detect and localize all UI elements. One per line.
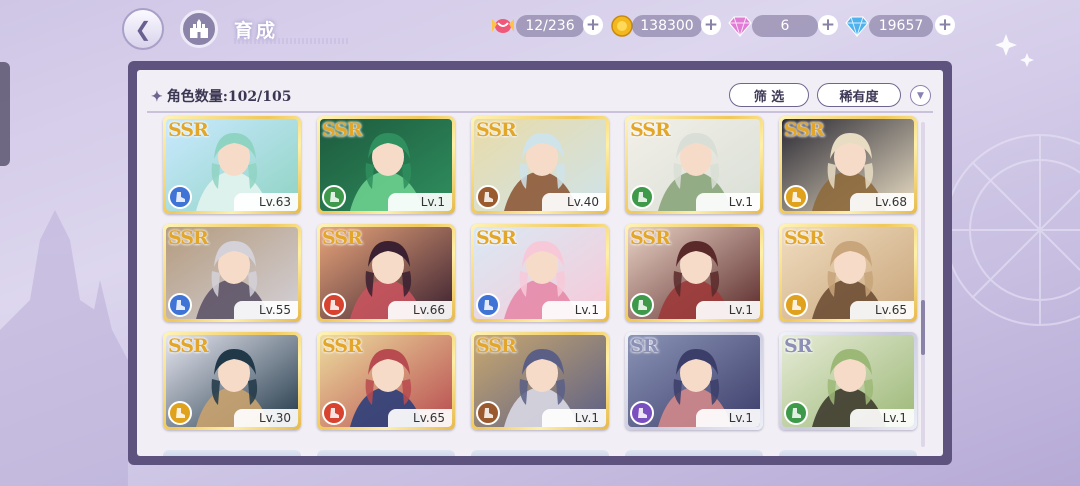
character-card[interactable]: SSR Lv.30	[163, 332, 301, 430]
attribute-boot-icon	[630, 293, 654, 317]
scrollbar-track[interactable]	[921, 122, 925, 447]
blue-diamond-icon	[843, 12, 871, 40]
attribute-boot-icon	[476, 185, 500, 209]
character-card[interactable]: SR Lv.1	[625, 332, 763, 430]
attribute-boot-icon	[476, 293, 500, 317]
rarity-badge: SR	[630, 335, 658, 357]
character-card[interactable]: SSR Lv.68	[779, 116, 917, 214]
character-card[interactable]: SR Lv.1	[779, 332, 917, 430]
rarity-badge: SSR	[476, 335, 517, 357]
partial-card-next-row[interactable]	[625, 450, 763, 456]
title-underline-decoration	[234, 38, 350, 44]
rarity-badge: SSR	[168, 227, 209, 249]
candy-counter: 12/236	[516, 15, 584, 37]
level-label: Lv.1	[696, 409, 760, 427]
side-drawer-handle[interactable]	[0, 62, 10, 166]
rarity-badge: SSR	[322, 335, 363, 357]
pink-gem-counter: 6	[752, 15, 818, 37]
candy-add-button[interactable]: +	[583, 15, 603, 35]
level-label: Lv.55	[234, 301, 298, 319]
partial-card-next-row[interactable]	[317, 450, 455, 456]
character-card[interactable]: SSR Lv.1	[471, 224, 609, 322]
character-card-grid: SSR Lv.63 SSR Lv.1 SSR Lv.40 SSR Lv.1 SSR Lv.68 SS…	[137, 70, 943, 456]
castle-home-icon	[190, 19, 208, 38]
character-list-container: ✦ 角色数量:102/105 筛 选 稀有度 ▼ SSR Lv.63 SSR Lv.1 S…	[137, 70, 943, 456]
attribute-boot-icon	[476, 401, 500, 425]
candy-icon	[489, 12, 517, 40]
level-label: Lv.68	[850, 193, 914, 211]
attribute-boot-icon	[168, 185, 192, 209]
level-label: Lv.1	[696, 301, 760, 319]
character-card[interactable]: SSR Lv.63	[163, 116, 301, 214]
character-card[interactable]: SSR Lv.1	[317, 116, 455, 214]
level-label: Lv.66	[388, 301, 452, 319]
attribute-boot-icon	[784, 401, 808, 425]
level-label: Lv.1	[542, 409, 606, 427]
back-button[interactable]: ❮	[122, 8, 164, 50]
coin-counter: 138300	[632, 15, 702, 37]
attribute-boot-icon	[168, 401, 192, 425]
level-label: Lv.65	[388, 409, 452, 427]
character-card[interactable]: SSR Lv.65	[317, 332, 455, 430]
level-label: Lv.30	[234, 409, 298, 427]
back-arrow-icon: ❮	[134, 17, 152, 41]
partial-card-next-row[interactable]	[779, 450, 917, 456]
level-label: Lv.1	[388, 193, 452, 211]
attribute-boot-icon	[322, 293, 346, 317]
rarity-badge: SSR	[784, 119, 825, 141]
rarity-badge: SSR	[630, 227, 671, 249]
blue-gem-add-button[interactable]: +	[935, 15, 955, 35]
coin-add-button[interactable]: +	[701, 15, 721, 35]
attribute-boot-icon	[630, 401, 654, 425]
attribute-boot-icon	[784, 185, 808, 209]
level-label: Lv.63	[234, 193, 298, 211]
rarity-badge: SSR	[168, 335, 209, 357]
partial-card-next-row[interactable]	[471, 450, 609, 456]
character-card[interactable]: SSR Lv.1	[625, 224, 763, 322]
character-card[interactable]: SSR Lv.1	[625, 116, 763, 214]
character-card[interactable]: SSR Lv.40	[471, 116, 609, 214]
rarity-badge: SSR	[630, 119, 671, 141]
blue-gem-counter: 19657	[869, 15, 933, 37]
character-card[interactable]: SSR Lv.66	[317, 224, 455, 322]
attribute-boot-icon	[168, 293, 192, 317]
rarity-badge: SR	[784, 335, 812, 357]
home-button[interactable]	[180, 10, 218, 48]
character-card[interactable]: SSR Lv.65	[779, 224, 917, 322]
character-collection-panel: ✦ 角色数量:102/105 筛 选 稀有度 ▼ SSR Lv.63 SSR Lv.1 S…	[128, 61, 952, 465]
rarity-badge: SSR	[322, 119, 363, 141]
level-label: Lv.1	[696, 193, 760, 211]
attribute-boot-icon	[630, 185, 654, 209]
scrollbar-thumb[interactable]	[921, 300, 925, 355]
rarity-badge: SSR	[476, 119, 517, 141]
rarity-badge: SSR	[784, 227, 825, 249]
attribute-boot-icon	[322, 185, 346, 209]
partial-card-next-row[interactable]	[163, 450, 301, 456]
pink-diamond-icon	[726, 12, 754, 40]
level-label: Lv.1	[850, 409, 914, 427]
pink-gem-add-button[interactable]: +	[818, 15, 838, 35]
level-label: Lv.40	[542, 193, 606, 211]
rarity-badge: SSR	[476, 227, 517, 249]
attribute-boot-icon	[784, 293, 808, 317]
level-label: Lv.65	[850, 301, 914, 319]
rarity-badge: SSR	[322, 227, 363, 249]
level-label: Lv.1	[542, 301, 606, 319]
character-card[interactable]: SSR Lv.1	[471, 332, 609, 430]
character-card[interactable]: SSR Lv.55	[163, 224, 301, 322]
attribute-boot-icon	[322, 401, 346, 425]
rarity-badge: SSR	[168, 119, 209, 141]
